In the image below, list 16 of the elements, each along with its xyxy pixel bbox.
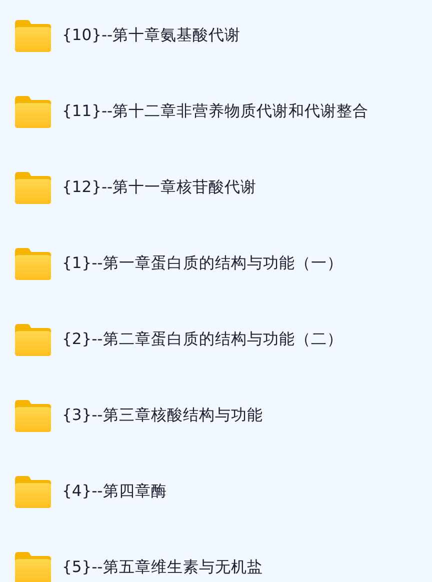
folder-name[interactable]: {5}--第五章维生素与无机盐 bbox=[62, 556, 263, 578]
folder-name[interactable]: {2}--第二章蛋白质的结构与功能（二） bbox=[62, 328, 343, 350]
folder-name[interactable]: {10}--第十章氨基酸代谢 bbox=[62, 24, 241, 46]
folder-icon bbox=[15, 170, 51, 204]
folder-name[interactable]: {1}--第一章蛋白质的结构与功能（一） bbox=[62, 252, 343, 274]
folder-icon bbox=[15, 474, 51, 508]
folder-name[interactable]: {3}--第三章核酸结构与功能 bbox=[62, 404, 263, 426]
folder-icon bbox=[15, 246, 51, 280]
folder-icon bbox=[15, 398, 51, 432]
folder-icon bbox=[15, 18, 51, 52]
folder-name[interactable]: {4}--第四章酶 bbox=[62, 480, 167, 502]
folder-name[interactable]: {12}--第十一章核苷酸代谢 bbox=[62, 176, 257, 198]
folder-icon bbox=[15, 94, 51, 128]
folder-name[interactable]: {11}--第十二章非营养物质代谢和代谢整合 bbox=[62, 100, 369, 122]
folder-icon bbox=[15, 550, 51, 582]
folder-icon bbox=[15, 322, 51, 356]
